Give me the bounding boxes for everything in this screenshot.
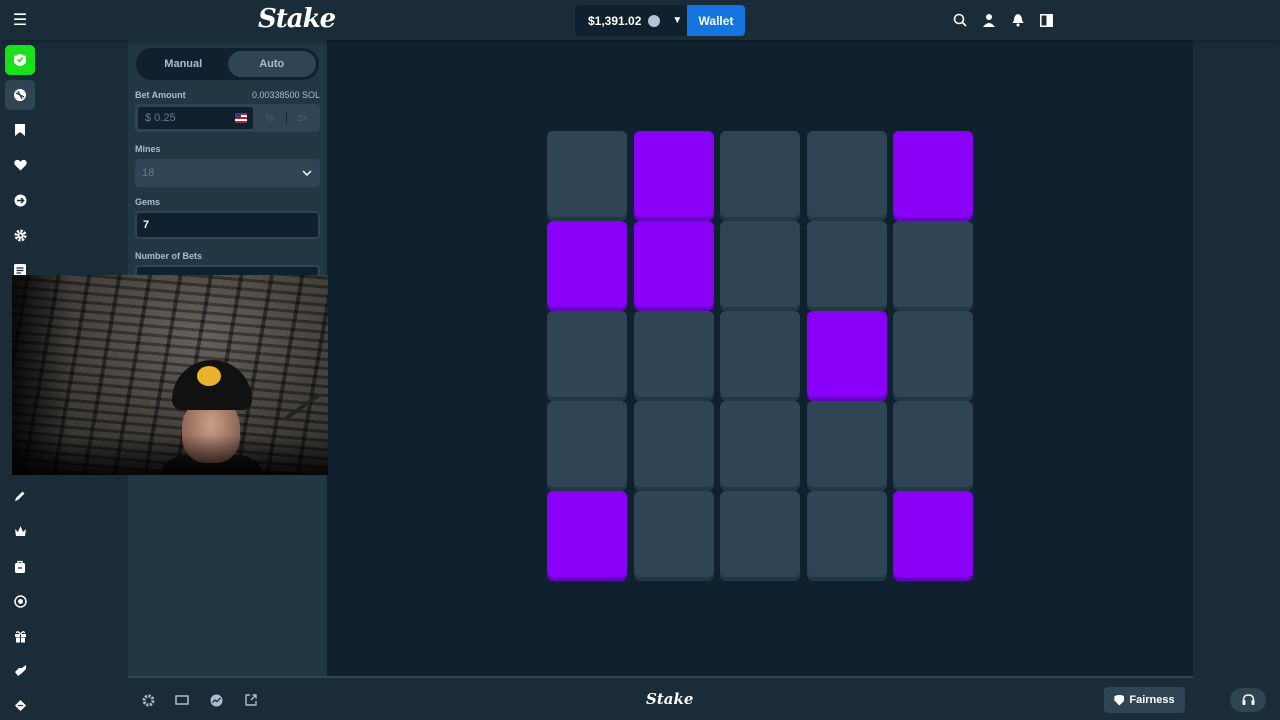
sportsbook-icon[interactable] xyxy=(5,45,35,75)
shield-icon xyxy=(1114,694,1125,706)
pen-icon[interactable] xyxy=(5,481,35,511)
hidden-tile[interactable] xyxy=(633,311,714,397)
usd-flag-icon xyxy=(235,113,247,123)
target-icon[interactable] xyxy=(5,586,35,616)
hidden-tile[interactable] xyxy=(547,131,627,217)
user-icon[interactable] xyxy=(981,11,996,29)
arrow-right-icon[interactable] xyxy=(5,185,35,215)
revealed-gem-tile[interactable] xyxy=(806,311,887,397)
chevron-down-icon xyxy=(302,168,312,179)
hand-icon[interactable] xyxy=(5,655,35,685)
game-footer: Stake Fairness xyxy=(128,676,1193,720)
webcam-overlay xyxy=(12,275,328,475)
hidden-tile[interactable] xyxy=(720,491,800,577)
mines-row: Mines xyxy=(135,144,320,154)
headset-icon[interactable] xyxy=(1230,688,1266,712)
fairness-label: Fairness xyxy=(1129,694,1175,706)
hidden-tile[interactable] xyxy=(720,401,800,487)
gift-icon[interactable] xyxy=(5,621,35,651)
hidden-tile[interactable] xyxy=(720,311,800,397)
hidden-tile[interactable] xyxy=(893,311,973,397)
hidden-tile[interactable] xyxy=(893,221,973,307)
search-icon[interactable] xyxy=(952,11,967,29)
revealed-gem-tile[interactable] xyxy=(547,491,627,577)
balance-amount: $1,391.02 xyxy=(588,13,642,28)
bet-amount-group: $ 0.25 ½ 2× xyxy=(135,104,320,132)
hidden-tile[interactable] xyxy=(547,401,627,487)
mines-value: 18 xyxy=(142,167,155,179)
bets-row: Number of Bets xyxy=(135,251,320,261)
hidden-tile[interactable] xyxy=(547,311,627,397)
revealed-gem-tile[interactable] xyxy=(547,221,627,307)
auto-tab[interactable]: Auto xyxy=(227,51,316,77)
fairness-button[interactable]: Fairness xyxy=(1104,687,1185,713)
hidden-tile[interactable] xyxy=(806,401,887,487)
revealed-gem-tile[interactable] xyxy=(893,131,973,217)
settings-icon[interactable] xyxy=(140,692,156,708)
casino-icon[interactable] xyxy=(5,80,35,110)
mines-grid xyxy=(547,131,973,579)
currency-coin-icon xyxy=(648,14,661,27)
top-actions xyxy=(952,11,1054,29)
hidden-tile[interactable] xyxy=(633,491,714,577)
bell-icon[interactable] xyxy=(1010,11,1025,29)
bet-amount-placeholder: $ 0.25 xyxy=(145,112,176,124)
crown-icon[interactable] xyxy=(5,516,35,546)
double-bet-button[interactable]: 2× xyxy=(287,106,319,130)
half-bet-button[interactable]: ½ xyxy=(254,106,286,130)
balance-selector[interactable]: $1,391.02 ▼ xyxy=(575,5,687,36)
top-bar: ☰ Stake $1,391.02 ▼ Wallet xyxy=(0,0,1280,40)
diamond-icon[interactable] xyxy=(5,690,35,720)
bet-amount-crypto: 0.00338500 SOL xyxy=(251,90,320,100)
popout-icon[interactable] xyxy=(243,692,259,708)
stake-logo[interactable]: Stake xyxy=(258,4,336,34)
revealed-gem-tile[interactable] xyxy=(633,221,714,307)
revealed-gem-tile[interactable] xyxy=(893,491,973,577)
gems-label: Gems xyxy=(135,197,161,207)
gems-input[interactable]: 7 xyxy=(135,211,320,239)
bet-amount-row: Bet Amount 0.00338500 SOL xyxy=(135,90,320,100)
mode-toggle: Manual Auto xyxy=(136,48,319,80)
gear-icon[interactable] xyxy=(5,220,35,250)
sidebar-toggle-icon[interactable] xyxy=(1039,11,1054,29)
chevron-down-icon: ▼ xyxy=(672,15,683,26)
hidden-tile[interactable] xyxy=(633,401,714,487)
hat-patch xyxy=(197,366,221,386)
manual-tab[interactable]: Manual xyxy=(139,51,228,77)
bookmark-icon[interactable] xyxy=(5,115,35,145)
mines-label: Mines xyxy=(135,144,161,154)
mines-select[interactable]: 18 xyxy=(135,159,320,187)
number-of-bets-label: Number of Bets xyxy=(135,251,203,261)
game-area xyxy=(327,40,1193,676)
footer-stake-logo: Stake xyxy=(646,690,694,708)
gems-row: Gems xyxy=(135,197,320,207)
hidden-tile[interactable] xyxy=(893,401,973,487)
hidden-tile[interactable] xyxy=(806,221,887,307)
hidden-tile[interactable] xyxy=(720,131,800,217)
theatre-mode-icon[interactable] xyxy=(174,692,190,708)
right-gutter xyxy=(1193,40,1280,720)
wallet-button[interactable]: Wallet xyxy=(687,5,745,36)
heart-icon[interactable] xyxy=(5,150,35,180)
menu-icon[interactable]: ☰ xyxy=(10,10,30,30)
hidden-tile[interactable] xyxy=(720,221,800,307)
revealed-gem-tile[interactable] xyxy=(633,131,714,217)
hidden-tile[interactable] xyxy=(806,131,887,217)
bag-icon[interactable] xyxy=(5,551,35,581)
hidden-tile[interactable] xyxy=(806,491,887,577)
webcam-bottom-shadow xyxy=(12,435,328,475)
bet-amount-input[interactable]: $ 0.25 xyxy=(137,106,254,130)
bet-amount-label: Bet Amount xyxy=(135,90,186,100)
stats-icon[interactable] xyxy=(208,692,224,708)
